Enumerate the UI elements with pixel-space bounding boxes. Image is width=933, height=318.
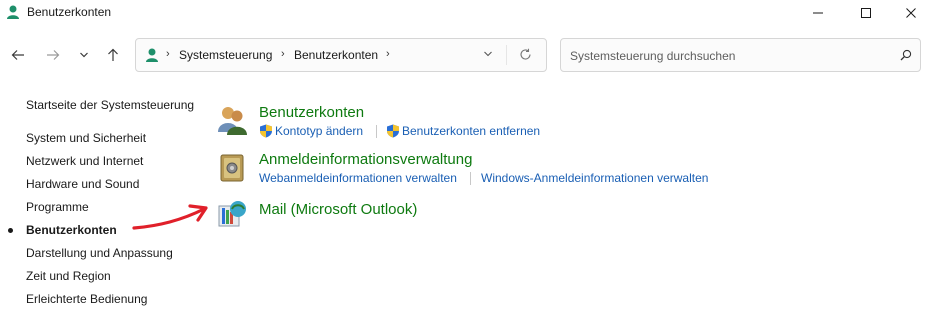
close-icon bbox=[906, 8, 916, 18]
change-account-type-link[interactable]: Kontotyp ändern bbox=[275, 124, 363, 138]
annotation-arrow-icon bbox=[132, 204, 208, 230]
sidebar-item-user-accounts[interactable]: Benutzerkonten bbox=[26, 223, 117, 237]
chevron-down-icon[interactable] bbox=[483, 49, 493, 59]
arrow-up-icon bbox=[108, 48, 118, 61]
sidebar-item-ease-of-access[interactable]: Erleichterte Bedienung bbox=[26, 292, 147, 306]
user-accounts-icon bbox=[7, 5, 19, 19]
breadcrumb-benutzerkonten[interactable]: Benutzerkonten bbox=[294, 48, 378, 62]
search-box[interactable]: Systemsteuerung durchsuchen bbox=[560, 38, 921, 72]
remove-user-accounts-link[interactable]: Benutzerkonten entfernen bbox=[402, 124, 540, 138]
search-input[interactable]: Systemsteuerung durchsuchen bbox=[570, 49, 735, 63]
maximize-icon bbox=[861, 8, 871, 18]
maximize-button[interactable] bbox=[843, 0, 889, 26]
chevron-down-icon bbox=[80, 52, 88, 58]
refresh-icon[interactable] bbox=[519, 48, 532, 61]
manage-windows-credentials-link[interactable]: Windows-Anmeldeinformationen verwalten bbox=[481, 171, 708, 185]
user-accounts-icon bbox=[146, 48, 158, 62]
forward-button[interactable] bbox=[42, 44, 64, 66]
category-title-mail[interactable]: Mail (Microsoft Outlook) bbox=[259, 201, 417, 218]
window-title: Benutzerkonten bbox=[27, 5, 112, 19]
uac-shield-icon bbox=[260, 124, 272, 138]
breadcrumb-separator-icon[interactable]: › bbox=[386, 48, 390, 60]
sidebar-item-hardware-sound[interactable]: Hardware und Sound bbox=[26, 177, 139, 191]
minimize-button[interactable] bbox=[795, 0, 841, 26]
link-divider bbox=[470, 172, 471, 185]
divider bbox=[506, 45, 507, 65]
address-bar[interactable]: › Systemsteuerung › Benutzerkonten › bbox=[135, 38, 547, 72]
sidebar-item-network[interactable]: Netzwerk und Internet bbox=[26, 154, 143, 168]
close-button[interactable] bbox=[888, 0, 933, 26]
sidebar-item-system-security[interactable]: System und Sicherheit bbox=[26, 131, 146, 145]
sidebar-item-appearance[interactable]: Darstellung und Anpassung bbox=[26, 246, 173, 260]
active-bullet-icon bbox=[8, 228, 13, 233]
search-icon[interactable] bbox=[900, 49, 912, 61]
breadcrumb-separator-icon[interactable]: › bbox=[281, 48, 285, 60]
back-button[interactable] bbox=[7, 44, 29, 66]
credential-manager-icon[interactable] bbox=[216, 152, 248, 184]
arrow-left-icon bbox=[11, 50, 24, 60]
sidebar-item-home[interactable]: Startseite der Systemsteuerung bbox=[26, 98, 194, 112]
breadcrumb-separator-icon[interactable]: › bbox=[166, 48, 170, 60]
title-bar: Benutzerkonten bbox=[0, 0, 933, 26]
user-accounts-icon[interactable] bbox=[216, 104, 248, 136]
arrow-right-icon bbox=[47, 50, 60, 60]
link-divider bbox=[376, 125, 377, 138]
manage-web-credentials-link[interactable]: Webanmeldeinformationen verwalten bbox=[259, 171, 457, 185]
mail-icon[interactable] bbox=[216, 198, 248, 230]
recent-locations-button[interactable] bbox=[73, 44, 95, 66]
breadcrumb-systemsteuerung[interactable]: Systemsteuerung bbox=[179, 48, 272, 62]
minimize-icon bbox=[813, 12, 823, 14]
uac-shield-icon bbox=[387, 124, 399, 138]
sidebar-item-clock-region[interactable]: Zeit und Region bbox=[26, 269, 111, 283]
category-title-credential-manager[interactable]: Anmeldeinformationsverwaltung bbox=[259, 151, 472, 168]
sidebar-item-programs[interactable]: Programme bbox=[26, 200, 89, 214]
up-button[interactable] bbox=[102, 44, 124, 66]
category-title-user-accounts[interactable]: Benutzerkonten bbox=[259, 104, 364, 121]
